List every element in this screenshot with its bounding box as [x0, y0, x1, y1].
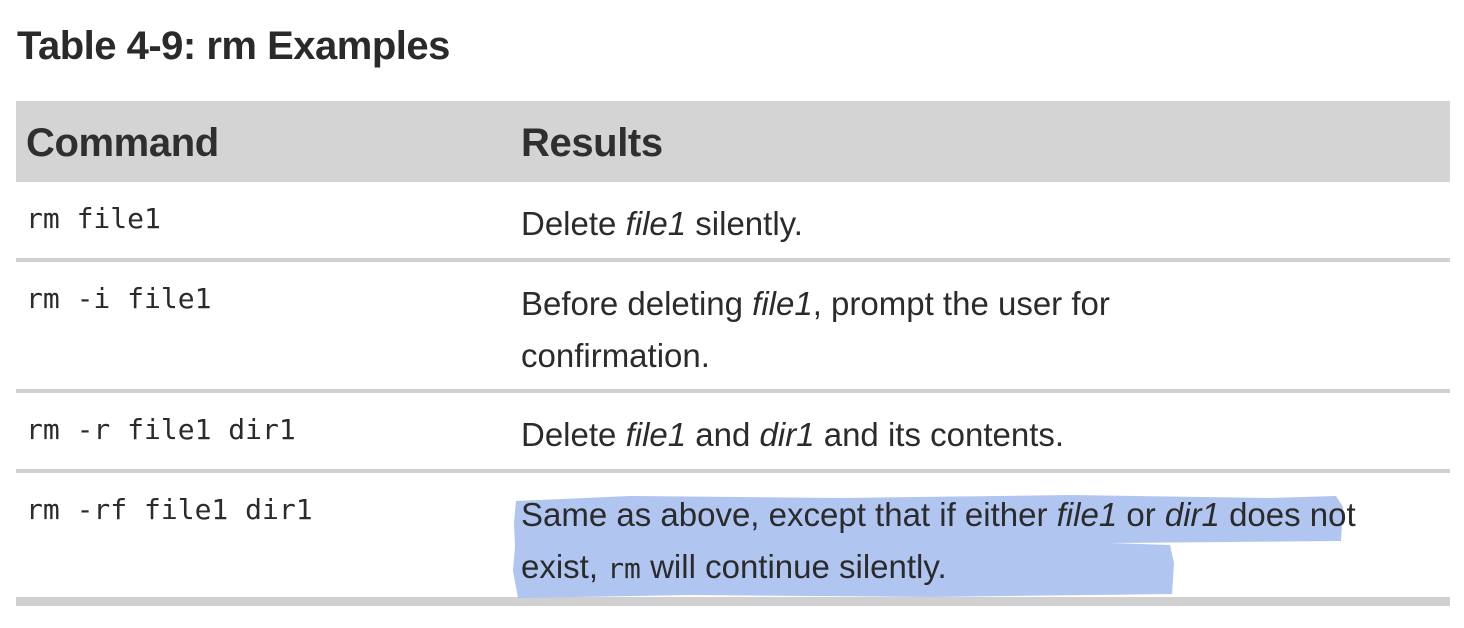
result-filename: file1 [625, 205, 687, 242]
command-cell: rm -i file1 [26, 282, 212, 315]
table-row: rm file1 Delete file1 silently. [16, 182, 1450, 262]
table-title: Table 4-9: rm Examples [17, 24, 450, 68]
result-cell: Before deleting file1, prompt the user f… [521, 278, 1241, 382]
result-text: Delete [521, 416, 626, 453]
rm-examples-table: Command Results rm file1 Delete file1 si… [16, 101, 1450, 606]
result-filename: file1 [752, 285, 813, 322]
result-text: Delete [521, 205, 626, 242]
result-cell: Delete file1 and dir1 and its contents. [521, 409, 1381, 461]
header-command: Command [26, 121, 219, 165]
result-text: will continue silently. [640, 548, 947, 585]
result-dirname: dir1 [1164, 496, 1220, 533]
result-text: silently. [686, 205, 803, 242]
table-row: rm -i file1 Before deleting file1, promp… [16, 262, 1450, 393]
result-text: and [686, 416, 760, 453]
result-text: Before deleting [521, 285, 753, 322]
result-cell: Delete file1 silently. [521, 198, 1381, 250]
command-cell: rm -rf file1 dir1 [26, 493, 313, 526]
result-dirname: dir1 [759, 416, 815, 453]
result-text: or [1117, 496, 1165, 533]
table-header-row: Command Results [16, 101, 1450, 182]
result-command: rm [607, 552, 641, 585]
command-cell: rm -r file1 dir1 [26, 413, 296, 446]
header-results: Results [521, 121, 663, 165]
table-row: rm -r file1 dir1 Delete file1 and dir1 a… [16, 393, 1450, 473]
table-row: rm -rf file1 dir1 Same as above, except … [16, 473, 1450, 606]
result-filename: file1 [1056, 496, 1118, 533]
result-text: and its contents. [814, 416, 1065, 453]
result-cell: Same as above, except that if either fil… [521, 489, 1361, 595]
result-filename: file1 [625, 416, 687, 453]
command-cell: rm file1 [26, 202, 161, 235]
result-text: Same as above, except that if either [521, 496, 1057, 533]
